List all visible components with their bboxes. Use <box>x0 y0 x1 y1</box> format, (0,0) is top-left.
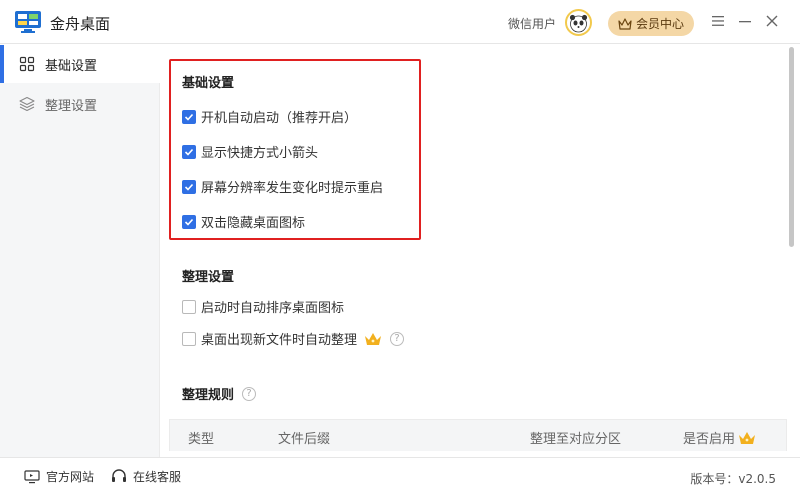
check-icon <box>184 183 194 191</box>
online-service-link[interactable]: 在线客服 <box>111 468 181 485</box>
option-label: 启动时自动排序桌面图标 <box>201 301 345 316</box>
sidebar-item-label: 基础设置 <box>45 58 98 74</box>
option-auto-start[interactable]: 开机自动启动（推荐开启） <box>182 107 357 126</box>
sidebar-item-basic-settings[interactable]: 基础设置 <box>0 45 160 83</box>
option-label: 双击隐藏桌面图标 <box>201 216 306 231</box>
column-header-extension: 文件后缀 <box>278 432 331 447</box>
username[interactable]: 微信用户 <box>508 15 556 32</box>
close-button[interactable] <box>763 12 781 30</box>
official-website-label: 官方网站 <box>46 470 95 484</box>
column-header-type: 类型 <box>188 432 215 447</box>
monitor-icon <box>24 469 40 483</box>
sidebar: 基础设置 整理设置 <box>0 45 160 457</box>
avatar[interactable] <box>565 9 592 36</box>
minimize-icon <box>739 21 751 23</box>
official-website-link[interactable]: 官方网站 <box>24 468 94 485</box>
vip-crown-icon <box>739 431 756 444</box>
checkbox-checked[interactable] <box>182 179 196 194</box>
option-sort-on-start[interactable]: 启动时自动排序桌面图标 <box>182 297 344 316</box>
help-icon[interactable]: ? <box>390 331 405 346</box>
column-header-target-zone: 整理至对应分区 <box>530 432 622 447</box>
checkbox-unchecked[interactable] <box>182 299 196 314</box>
menu-button[interactable] <box>709 12 727 30</box>
crown-icon <box>618 17 632 30</box>
checkbox-checked[interactable] <box>182 214 196 229</box>
title-bar: 金舟桌面 微信用户 会员中心 <box>0 0 800 44</box>
column-header-enabled: 是否启用 <box>683 428 756 447</box>
option-resolution-restart[interactable]: 屏幕分辨率发生变化时提示重启 <box>182 177 383 196</box>
online-service-label: 在线客服 <box>133 470 182 484</box>
check-icon <box>184 113 194 121</box>
organize-rules-heading: 整理规则 ? <box>182 384 257 403</box>
scrollbar[interactable] <box>789 47 794 247</box>
settings-content: 基础设置 开机自动启动（推荐开启） 显示快捷方式小箭头 屏幕分辨率发生变化时提示… <box>161 45 788 457</box>
sidebar-item-organize-settings[interactable]: 整理设置 <box>0 85 160 123</box>
vip-crown-icon <box>365 332 382 345</box>
checkbox-checked[interactable] <box>182 109 196 124</box>
headset-icon <box>112 469 126 482</box>
help-icon[interactable]: ? <box>242 386 257 401</box>
option-double-click-hide[interactable]: 双击隐藏桌面图标 <box>182 212 305 231</box>
rules-table-header: 类型 文件后缀 整理至对应分区 是否启用 <box>169 419 787 451</box>
minimize-button[interactable] <box>736 12 754 30</box>
checkbox-unchecked[interactable] <box>182 331 196 346</box>
footer: 官方网站 在线客服 版本号：v2.0.5 <box>0 457 800 497</box>
option-shortcut-arrow[interactable]: 显示快捷方式小箭头 <box>182 142 318 161</box>
panda-avatar-icon <box>569 14 588 33</box>
app-title: 金舟桌面 <box>50 15 111 33</box>
vip-center-label: 会员中心 <box>635 17 684 31</box>
sidebar-item-label: 整理设置 <box>45 98 98 114</box>
option-label: 桌面出现新文件时自动整理 <box>201 333 358 348</box>
checkbox-checked[interactable] <box>182 144 196 159</box>
organize-rules-title: 整理规则 <box>182 388 235 403</box>
app-logo-icon <box>15 11 41 33</box>
check-icon <box>184 148 194 156</box>
close-icon <box>766 15 778 27</box>
column-header-enabled-label: 是否启用 <box>683 432 736 447</box>
option-label: 屏幕分辨率发生变化时提示重启 <box>201 181 384 196</box>
option-auto-organize-new-files[interactable]: 桌面出现新文件时自动整理 ? <box>182 329 405 348</box>
version-text: 版本号：v2.0.5 <box>690 472 776 486</box>
check-icon <box>184 218 194 226</box>
option-label: 显示快捷方式小箭头 <box>201 146 319 161</box>
menu-icon <box>712 16 724 26</box>
organize-settings-title: 整理设置 <box>182 270 235 285</box>
grid-icon <box>19 56 35 72</box>
basic-settings-title: 基础设置 <box>182 76 235 91</box>
option-label: 开机自动启动（推荐开启） <box>201 111 358 126</box>
vip-center-button[interactable]: 会员中心 <box>608 11 694 36</box>
layers-icon <box>19 96 35 112</box>
